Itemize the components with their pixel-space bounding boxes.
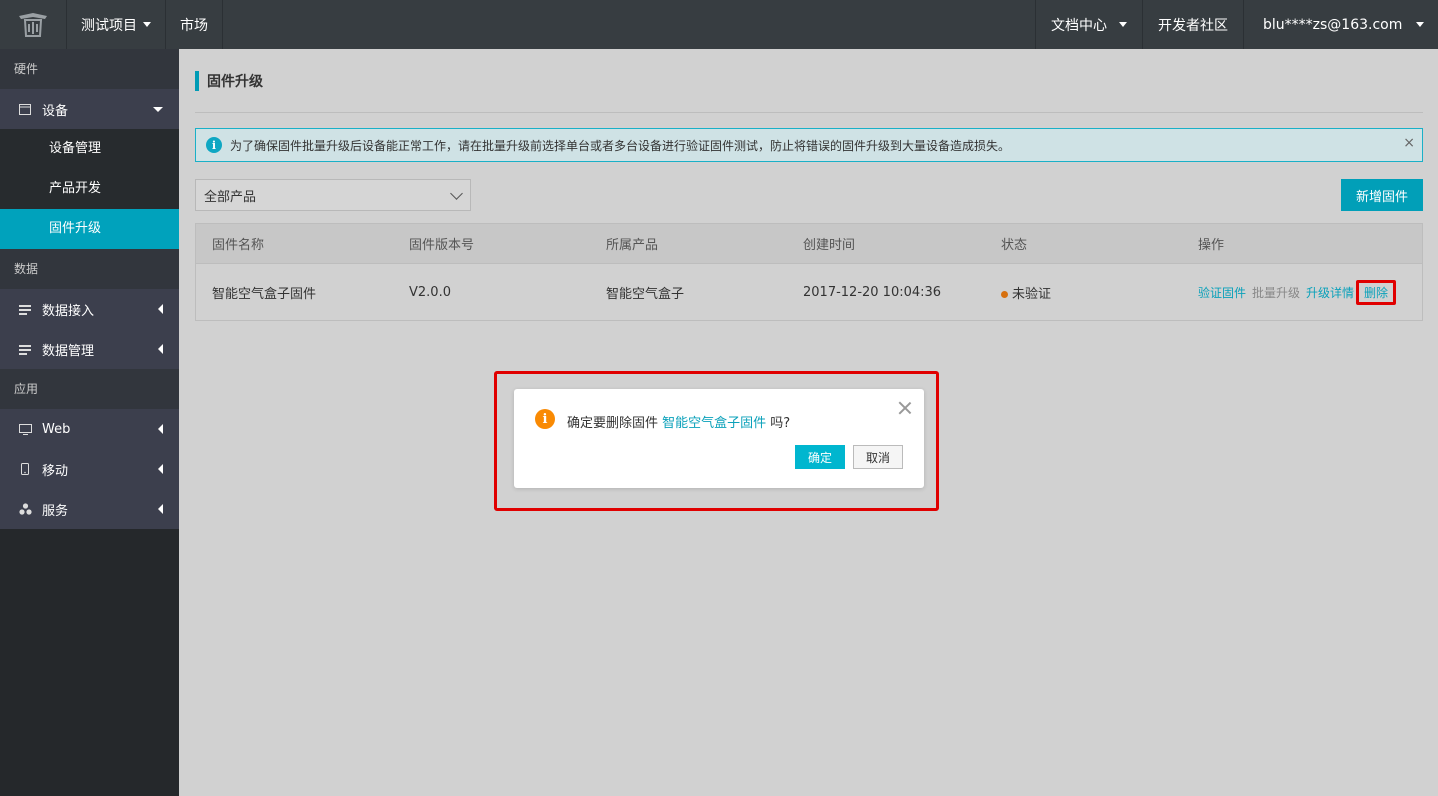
delete-link[interactable]: 删除 [1356, 279, 1397, 305]
cancel-button[interactable]: 取消 [853, 445, 903, 469]
firmware-table: 固件名称 固件版本号 所属产品 创建时间 状态 操作 智能空气盒子固件 V2.0… [195, 223, 1423, 321]
close-icon[interactable]: × [1403, 135, 1415, 151]
warning-icon: i [535, 409, 555, 429]
column-header: 所属产品 [606, 238, 659, 253]
chevron-left-icon [158, 424, 163, 434]
docs-center-menu[interactable]: 文档中心 [1035, 0, 1142, 49]
caret-down-icon [1119, 22, 1127, 27]
confirm-button[interactable]: 确定 [795, 445, 845, 469]
sidebar-item-web[interactable]: Web [0, 409, 179, 449]
sidebar: 硬件 设备 设备管理 产品开发 固件升级 数据 数据接入 数据管理 应用 Web [0, 49, 179, 796]
product-select-value: 全部产品 [204, 189, 257, 205]
info-alert: i 为了确保固件批量升级后设备能正常工作，请在批量升级前选择单台或者多台设备进行… [195, 128, 1423, 162]
table-header: 固件名称 固件版本号 所属产品 创建时间 状态 操作 [196, 224, 1422, 264]
window-icon [18, 102, 32, 116]
status-dot-icon [1001, 290, 1008, 298]
product-select[interactable]: 全部产品 [195, 179, 471, 211]
market-link[interactable]: 市场 [166, 0, 223, 49]
delete-confirm-dialog: i 确定要删除固件 智能空气盒子固件 吗? 确定 取消 [514, 389, 924, 488]
developer-community-link[interactable]: 开发者社区 [1142, 0, 1243, 49]
dialog-message: 确定要删除固件 智能空气盒子固件 吗? [567, 412, 790, 431]
batch-upgrade-link: 批量升级 [1252, 285, 1301, 300]
column-header: 创建时间 [803, 238, 856, 253]
page-title: 固件升级 [195, 71, 263, 91]
sidebar-item-device[interactable]: 设备 [0, 89, 179, 129]
firmware-created-time: 2017-12-20 10:04:36 [803, 284, 942, 300]
logo[interactable] [0, 0, 67, 49]
firmware-version: V2.0.0 [409, 284, 451, 300]
caret-down-icon [143, 22, 151, 27]
chevron-down-icon [153, 106, 163, 112]
chevron-down-icon [450, 187, 463, 200]
user-email: blu****zs@163.com [1263, 16, 1403, 33]
page-title-text: 固件升级 [207, 74, 263, 90]
sidebar-item-data-manage[interactable]: 数据管理 [0, 329, 179, 369]
sidebar-item-firmware-upgrade[interactable]: 固件升级 [0, 209, 179, 249]
project-switcher[interactable]: 测试项目 [67, 0, 166, 49]
user-menu[interactable]: blu****zs@163.com [1243, 0, 1438, 49]
column-header: 固件版本号 [409, 238, 475, 253]
sidebar-item-device-manage[interactable]: 设备管理 [0, 129, 179, 169]
sidebar-group-hardware: 硬件 [0, 49, 179, 89]
sidebar-item-mobile[interactable]: 移动 [0, 449, 179, 489]
table-row: 智能空气盒子固件 V2.0.0 智能空气盒子 2017-12-20 10:04:… [196, 264, 1422, 320]
caret-down-icon [1416, 22, 1424, 27]
dialog-message-prefix: 确定要删除固件 [567, 416, 663, 431]
firmware-status: 未验证 [985, 283, 1182, 302]
column-header: 固件名称 [212, 238, 265, 253]
alert-text: 为了确保固件批量升级后设备能正常工作，请在批量升级前选择单台或者多台设备进行验证… [230, 138, 1011, 153]
sidebar-group-app: 应用 [0, 369, 179, 409]
database-icon [18, 342, 32, 356]
chevron-left-icon [158, 504, 163, 514]
add-firmware-button[interactable]: 新增固件 [1341, 179, 1423, 211]
sidebar-item-label: 设备 [42, 103, 69, 119]
sidebar-item-label: 服务 [42, 503, 69, 519]
sidebar-item-label: Web [42, 421, 71, 437]
sidebar-item-label: 数据接入 [42, 303, 95, 319]
mobile-icon [18, 462, 32, 476]
market-label: 市场 [180, 17, 208, 34]
title-divider [195, 112, 1423, 113]
sidebar-item-data-access[interactable]: 数据接入 [0, 289, 179, 329]
sidebar-item-label: 移动 [42, 463, 69, 479]
firmware-product: 智能空气盒子 [606, 286, 685, 302]
top-bar: 测试项目 市场 文档中心 开发者社区 blu****zs@163.com [0, 0, 1438, 49]
close-icon[interactable] [898, 401, 912, 415]
sidebar-item-product-dev[interactable]: 产品开发 [0, 169, 179, 209]
column-header: 操作 [1198, 238, 1225, 253]
logo-icon [19, 12, 47, 37]
chevron-left-icon [158, 344, 163, 354]
chevron-left-icon [158, 304, 163, 314]
status-text: 未验证 [1012, 286, 1052, 302]
title-accent-bar [195, 71, 199, 91]
sidebar-item-service[interactable]: 服务 [0, 489, 179, 529]
chevron-left-icon [158, 464, 163, 474]
database-icon [18, 302, 32, 316]
dialog-message-suffix: 吗? [766, 416, 791, 431]
info-icon: i [206, 137, 222, 153]
docs-label: 文档中心 [1051, 17, 1107, 34]
community-label: 开发者社区 [1158, 17, 1228, 34]
cubes-icon [18, 502, 32, 516]
column-header: 状态 [1001, 238, 1028, 253]
upgrade-detail-link[interactable]: 升级详情 [1306, 286, 1354, 300]
verify-firmware-link[interactable]: 验证固件 [1198, 286, 1246, 300]
sidebar-item-label: 数据管理 [42, 343, 95, 359]
row-actions: 验证固件 批量升级 升级详情 删除 [1182, 279, 1422, 305]
sidebar-group-data: 数据 [0, 249, 179, 289]
monitor-icon [18, 422, 32, 436]
dialog-message-target: 智能空气盒子固件 [662, 416, 767, 431]
firmware-name: 智能空气盒子固件 [212, 286, 317, 302]
project-label: 测试项目 [81, 17, 137, 34]
